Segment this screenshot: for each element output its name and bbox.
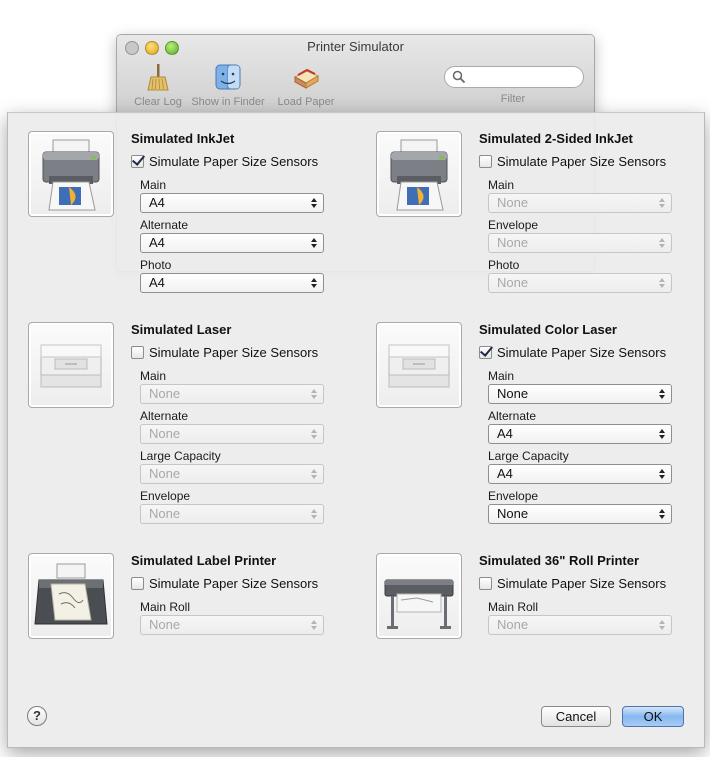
simulate-sensors-checkbox[interactable]: Simulate Paper Size Sensors (131, 345, 318, 360)
field-label-envelope: Envelope (488, 218, 539, 232)
printer-name: Simulated Color Laser (479, 322, 617, 337)
popup-arrows-icon (659, 198, 665, 208)
field-label-alternate: Alternate (140, 409, 189, 423)
inkjet-printer-icon (376, 131, 462, 217)
printer-name: Simulated InkJet (131, 131, 235, 146)
main-tray-select[interactable]: None (488, 193, 672, 213)
simulate-sensors-checkbox[interactable]: Simulate Paper Size Sensors (479, 345, 666, 360)
popup-arrows-icon (659, 429, 665, 439)
field-label-main: Main (488, 178, 515, 192)
laser-printer-icon (28, 322, 114, 408)
simulate-sensors-checkbox[interactable]: Simulate Paper Size Sensors (479, 154, 666, 169)
search-icon (452, 70, 466, 84)
checkbox-unchecked[interactable] (479, 155, 492, 168)
checkbox-unchecked[interactable] (479, 577, 492, 590)
field-label-main: Main (140, 178, 167, 192)
field-label-main-roll: Main Roll (140, 600, 191, 614)
broom-icon (144, 63, 172, 91)
window-toolbar: Printer Simulator Clear Log Show in Find… (117, 35, 594, 114)
main-roll-select[interactable]: None (488, 615, 672, 635)
popup-arrows-icon (659, 620, 665, 630)
field-label-alternate: Alternate (488, 409, 537, 423)
envelope-tray-select[interactable]: None (488, 504, 672, 524)
field-label-photo: Photo (488, 258, 520, 272)
search-field[interactable] (444, 66, 584, 88)
popup-arrows-icon (311, 469, 317, 479)
finder-icon (214, 63, 242, 91)
field-label-alternate: Alternate (140, 218, 189, 232)
load-paper-button[interactable]: Load Paper (265, 63, 347, 108)
popup-arrows-icon (311, 620, 317, 630)
popup-arrows-icon (311, 278, 317, 288)
field-label-main: Main (140, 369, 167, 383)
photo-tray-select[interactable]: None (488, 273, 672, 293)
envelope-tray-select[interactable]: None (140, 504, 324, 524)
field-label-photo: Photo (140, 258, 172, 272)
popup-arrows-icon (311, 389, 317, 399)
popup-arrows-icon (311, 198, 317, 208)
simulate-sensors-checkbox[interactable]: Simulate Paper Size Sensors (131, 576, 318, 591)
envelope-tray-select[interactable]: None (488, 233, 672, 253)
field-label-envelope: Envelope (140, 489, 191, 503)
large-capacity-tray-select[interactable]: A4 (488, 464, 672, 484)
roll-printer-icon (376, 553, 462, 639)
checkbox-unchecked[interactable] (131, 346, 144, 359)
popup-arrows-icon (311, 429, 317, 439)
popup-arrows-icon (311, 238, 317, 248)
paper-stack-icon (292, 63, 320, 91)
photo-tray-select[interactable]: A4 (140, 273, 324, 293)
simulate-sensors-checkbox[interactable]: Simulate Paper Size Sensors (131, 154, 318, 169)
main-tray-select[interactable]: None (488, 384, 672, 404)
checkbox-unchecked[interactable] (131, 577, 144, 590)
alternate-tray-select[interactable]: A4 (488, 424, 672, 444)
popup-arrows-icon (659, 509, 665, 519)
large-capacity-tray-select[interactable]: None (140, 464, 324, 484)
field-label-large-capacity: Large Capacity (488, 449, 569, 463)
main-roll-select[interactable]: None (140, 615, 324, 635)
filter-label: Filter (500, 93, 526, 105)
popup-arrows-icon (659, 238, 665, 248)
alternate-tray-select[interactable]: A4 (140, 233, 324, 253)
field-label-large-capacity: Large Capacity (140, 449, 221, 463)
printer-name: Simulated Laser (131, 322, 232, 337)
inkjet-printer-icon (28, 131, 114, 217)
checkbox-checked[interactable] (131, 155, 144, 168)
printer-name: Simulated 2-Sided InkJet (479, 131, 633, 146)
field-label-main-roll: Main Roll (488, 600, 539, 614)
cancel-button[interactable]: Cancel (541, 706, 611, 727)
popup-arrows-icon (659, 278, 665, 288)
checkbox-checked[interactable] (479, 346, 492, 359)
help-button[interactable]: ? (27, 706, 47, 726)
label-printer-icon (28, 553, 114, 639)
window-title: Printer Simulator (307, 39, 404, 54)
main-tray-select[interactable]: A4 (140, 193, 324, 213)
printer-name: Simulated 36" Roll Printer (479, 553, 640, 568)
field-label-main: Main (488, 369, 515, 383)
popup-arrows-icon (659, 469, 665, 479)
field-label-envelope: Envelope (488, 489, 539, 503)
simulate-sensors-checkbox[interactable]: Simulate Paper Size Sensors (479, 576, 666, 591)
printer-name: Simulated Label Printer (131, 553, 277, 568)
paper-sensors-sheet: Simulated InkJet Simulate Paper Size Sen… (7, 112, 705, 748)
main-tray-select[interactable]: None (140, 384, 324, 404)
show-in-finder-button[interactable]: Show in Finder (187, 63, 269, 108)
alternate-tray-select[interactable]: None (140, 424, 324, 444)
laser-printer-icon (376, 322, 462, 408)
popup-arrows-icon (311, 509, 317, 519)
popup-arrows-icon (659, 389, 665, 399)
ok-button[interactable]: OK (622, 706, 684, 727)
